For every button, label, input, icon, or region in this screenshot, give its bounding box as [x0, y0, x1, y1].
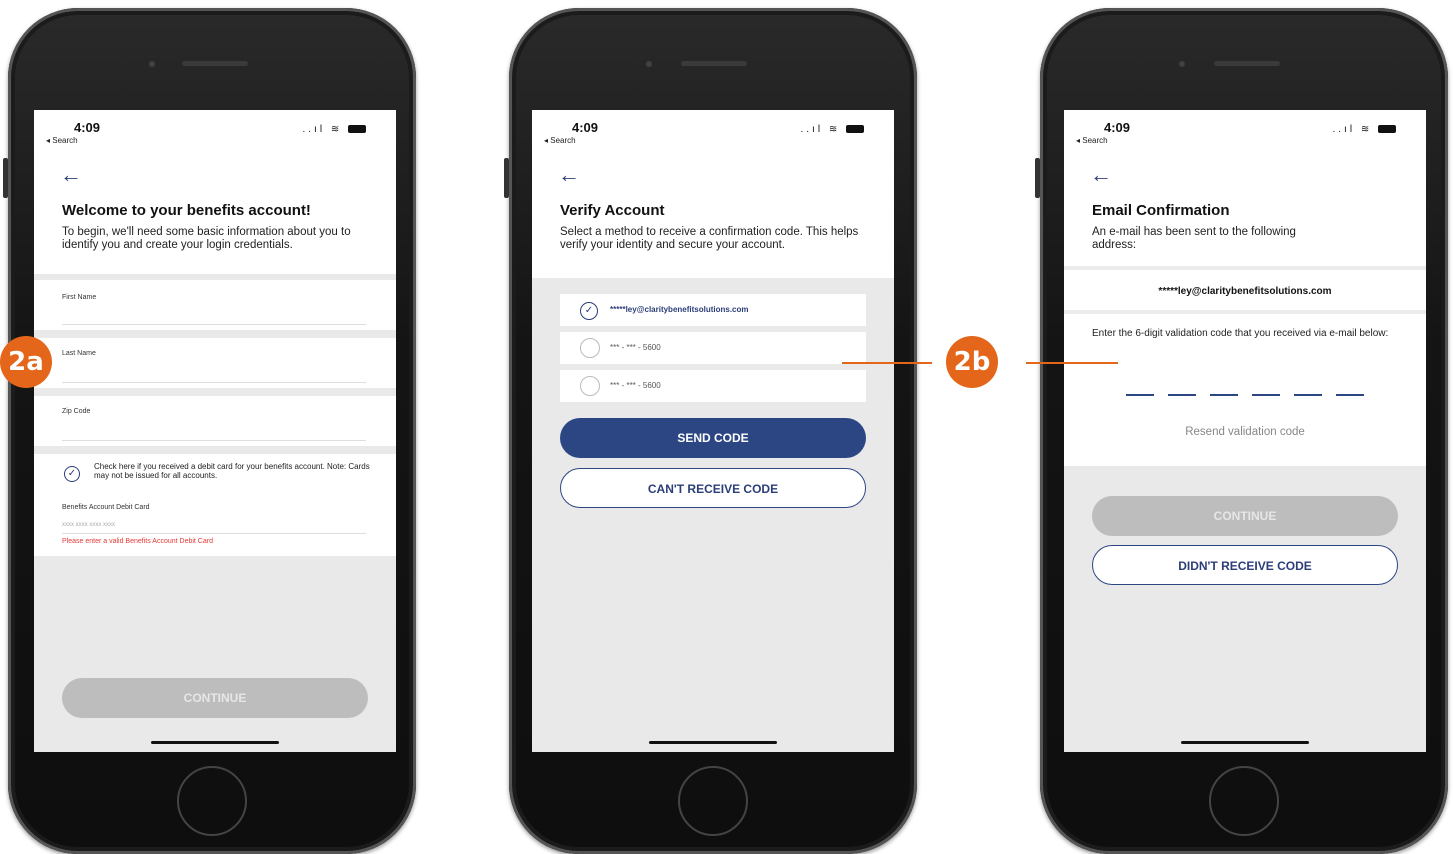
field-label: Last Name [62, 350, 96, 357]
code-digit-slot[interactable] [1126, 394, 1154, 396]
connector-line-left [842, 362, 932, 364]
system-icons: ..ıl ≋ [302, 124, 366, 135]
first-name-field[interactable]: First Name [34, 280, 396, 330]
field-underline [62, 324, 366, 325]
field-label: First Name [62, 294, 97, 301]
back-arrow-icon[interactable]: ← [1090, 162, 1112, 188]
wifi-icon: ≋ [330, 124, 343, 135]
speaker-grille [681, 61, 747, 66]
option-phone-1[interactable]: *** - *** - 5600 [560, 332, 866, 364]
code-digit-slot[interactable] [1252, 394, 1280, 396]
signal-icon: ..ıl [1332, 124, 1356, 135]
battery-icon [1378, 125, 1396, 134]
zip-code-field[interactable]: Zip Code [34, 396, 396, 446]
wifi-icon: ≋ [828, 124, 841, 135]
back-to-search[interactable]: ◂ Search [544, 136, 576, 145]
phone-frame-1: 4:09 ◂ Search ..ıl ≋ ← Welcome to your b… [3, 8, 416, 854]
battery-icon [846, 125, 864, 134]
signal-icon: ..ıl [302, 124, 326, 135]
page-description: An e-mail has been sent to the following… [1092, 226, 1296, 251]
option-label: *** - *** - 5600 [610, 343, 661, 352]
home-button[interactable] [177, 766, 247, 836]
connector-line-right [1026, 362, 1118, 364]
divider [1064, 266, 1426, 270]
home-button[interactable] [1209, 766, 1279, 836]
field-label: Zip Code [62, 408, 91, 415]
code-digit-slot[interactable] [1294, 394, 1322, 396]
battery-icon [348, 125, 366, 134]
page-title: Welcome to your benefits account! [62, 202, 311, 219]
back-arrow-icon[interactable]: ← [60, 162, 82, 188]
page-title: Verify Account [560, 202, 665, 219]
status-bar: 4:09 ◂ Search ..ıl ≋ [532, 120, 894, 152]
divider [1064, 310, 1426, 314]
code-digit-slot[interactable] [1210, 394, 1238, 396]
step-badge-2a: 2a [0, 336, 52, 388]
debit-card-section: ✓ Check here if you received a debit car… [34, 454, 396, 556]
speaker-grille [182, 61, 248, 66]
system-icons: ..ıl ≋ [800, 124, 864, 135]
code-digit-slot[interactable] [1168, 394, 1196, 396]
continue-button[interactable]: CONTINUE [62, 678, 368, 718]
status-bar: 4:09 ◂ Search ..ıl ≋ [1064, 120, 1426, 152]
radio-unselected-icon[interactable] [580, 338, 600, 358]
home-indicator [151, 741, 279, 744]
status-time: 4:09 [74, 120, 101, 135]
continue-button[interactable]: CONTINUE [1092, 496, 1398, 536]
field-underline [62, 533, 366, 534]
phone-frame-2: 4:09 ◂ Search ..ıl ≋ ← Verify Account Se… [504, 8, 917, 854]
error-message: Please enter a valid Benefits Account De… [62, 538, 213, 545]
back-to-search[interactable]: ◂ Search [46, 136, 78, 145]
home-button[interactable] [678, 766, 748, 836]
option-phone-2[interactable]: *** - *** - 5600 [560, 370, 866, 402]
home-indicator [649, 741, 777, 744]
page-description: To begin, we'll need some basic informat… [62, 226, 351, 251]
option-email[interactable]: ✓ *****ley@claritybenefitsolutions.com [560, 294, 866, 326]
speaker-grille [1214, 61, 1280, 66]
camera-icon [1178, 60, 1186, 68]
code-digit-slot[interactable] [1336, 394, 1364, 396]
send-code-button[interactable]: SEND CODE [560, 418, 866, 458]
status-time: 4:09 [572, 120, 599, 135]
wifi-icon: ≋ [1360, 124, 1373, 135]
field-underline [62, 382, 366, 383]
back-arrow-icon[interactable]: ← [558, 162, 580, 188]
screen-email-confirmation: 4:09 ◂ Search ..ıl ≋ ← Email Confirmatio… [1064, 110, 1426, 752]
signal-icon: ..ıl [800, 124, 824, 135]
checkbox-checked-icon[interactable]: ✓ [64, 466, 80, 482]
last-name-field[interactable]: Last Name [34, 338, 396, 388]
step-badge-2b: 2b [946, 336, 998, 388]
card-number-input[interactable]: xxxx xxxx xxxx xxxx [62, 522, 115, 528]
radio-selected-icon[interactable]: ✓ [580, 302, 598, 320]
cant-receive-code-button[interactable]: CAN'T RECEIVE CODE [560, 468, 866, 508]
option-label: *****ley@claritybenefitsolutions.com [610, 305, 749, 314]
screen-welcome: 4:09 ◂ Search ..ıl ≋ ← Welcome to your b… [34, 110, 396, 752]
option-label: *** - *** - 5600 [610, 381, 661, 390]
home-indicator [1181, 741, 1309, 744]
resend-validation-link[interactable]: Resend validation code [1064, 426, 1426, 438]
validation-instruction: Enter the 6-digit validation code that y… [1092, 328, 1389, 339]
status-time: 4:09 [1104, 120, 1131, 135]
camera-icon [148, 60, 156, 68]
field-underline [62, 440, 366, 441]
didnt-receive-code-button[interactable]: DIDN'T RECEIVE CODE [1092, 545, 1398, 585]
email-address: *****ley@claritybenefitsolutions.com [1158, 286, 1332, 297]
page-description: Select a method to receive a confirmatio… [560, 226, 859, 251]
radio-unselected-icon[interactable] [580, 376, 600, 396]
card-field-label: Benefits Account Debit Card [62, 504, 150, 511]
camera-icon [645, 60, 653, 68]
screen-verify-account: 4:09 ◂ Search ..ıl ≋ ← Verify Account Se… [532, 110, 894, 752]
phone-frame-3: 4:09 ◂ Search ..ıl ≋ ← Email Confirmatio… [1035, 8, 1448, 854]
system-icons: ..ıl ≋ [1332, 124, 1396, 135]
status-bar: 4:09 ◂ Search ..ıl ≋ [34, 120, 396, 152]
page-title: Email Confirmation [1092, 202, 1230, 219]
back-to-search[interactable]: ◂ Search [1076, 136, 1108, 145]
debit-card-checkbox-label: Check here if you received a debit card … [94, 462, 370, 480]
